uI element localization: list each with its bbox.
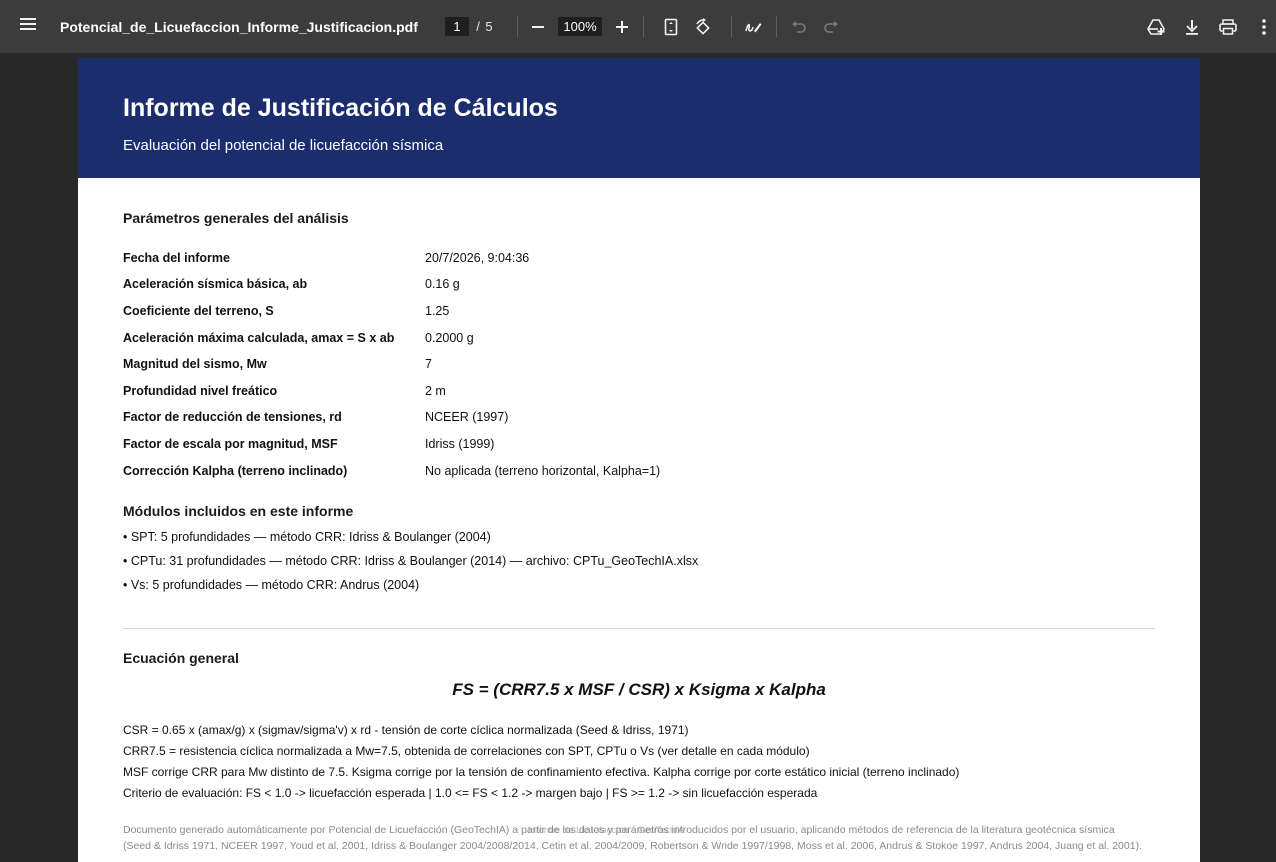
rotate-icon	[694, 17, 712, 36]
param-row: Aceleración sísmica básica, ab 0.16 g	[123, 277, 1123, 295]
evaluation-criteria: Criterio de evaluación: FS < 1.0 -> licu…	[123, 786, 818, 800]
param-label: Coeficiente del terreno, S	[123, 304, 274, 318]
param-label: Factor de escala por magnitud, MSF	[123, 437, 338, 451]
param-row: Factor de escala por magnitud, MSF Idris…	[123, 437, 1123, 455]
footer-references: (Seed & Idriss 1971, NCEER 1997, Youd et…	[123, 840, 1142, 852]
param-row: Corrección Kalpha (terreno inclinado) No…	[123, 464, 1123, 482]
param-value: 1.25	[425, 304, 450, 318]
param-value: No aplicada (terreno horizontal, Kalpha=…	[425, 464, 661, 478]
param-label: Magnitud del sismo, Mw	[123, 357, 267, 371]
total-pages: 5	[485, 19, 493, 34]
report-subtitle: Evaluación del potencial de licuefacción…	[123, 137, 444, 154]
param-label: Profundidad nivel freático	[123, 384, 278, 398]
download-button[interactable]	[1178, 0, 1206, 53]
param-value: 7	[425, 357, 432, 371]
more-options-button[interactable]	[1250, 0, 1276, 53]
menu-button[interactable]	[10, 0, 46, 53]
draw-pen-icon	[744, 19, 762, 35]
equation-note: CSR = 0.65 x (amax/g) x (sigmav/sigma'v)…	[123, 723, 689, 737]
param-row: Fecha del informe 20/7/2026, 9:04:36	[123, 251, 1123, 269]
report-banner: Informe de Justificación de Cálculos Eva…	[78, 58, 1200, 178]
pdf-page: Informe de Justificación de Cálculos Eva…	[78, 58, 1200, 862]
toolbar-divider	[517, 16, 518, 37]
param-label: Factor de reducción de tensiones, rd	[123, 410, 342, 424]
redo-icon	[823, 20, 839, 34]
report-title: Informe de Justificación de Cálculos	[123, 94, 558, 122]
param-row: Coeficiente del terreno, S 1.25	[123, 304, 1123, 322]
param-label: Aceleración sísmica básica, ab	[123, 277, 308, 291]
more-vertical-icon	[1262, 18, 1266, 35]
zoom-input[interactable]	[558, 17, 602, 36]
zoom-out-button[interactable]	[524, 0, 552, 53]
fit-to-page-icon	[664, 18, 678, 36]
rotate-button[interactable]	[689, 0, 717, 53]
general-equation: FS = (CRR7.5 x MSF / CSR) x Ksigma x Kal…	[452, 680, 826, 699]
param-value: 20/7/2026, 9:04:36	[425, 251, 530, 265]
drive-icon	[1146, 18, 1166, 36]
param-value: 0.16 g	[425, 277, 460, 291]
module-item: • SPT: 5 profundidades — método CRR: Idr…	[123, 530, 491, 544]
plus-icon	[615, 20, 629, 34]
params-heading: Parámetros generales del análisis	[123, 210, 349, 226]
toolbar-divider	[731, 16, 732, 37]
equation-note: MSF corrige CRR para Mw distinto de 7.5.…	[123, 765, 960, 779]
param-label: Fecha del informe	[123, 251, 230, 265]
draw-button[interactable]	[739, 0, 767, 53]
save-to-drive-button[interactable]	[1142, 0, 1170, 53]
param-value: 0.2000 g	[425, 331, 474, 345]
param-row: Factor de reducción de tensiones, rd NCE…	[123, 410, 1123, 428]
toolbar-divider	[643, 16, 644, 37]
footer-note: Documento generado automáticamente por P…	[123, 824, 1115, 836]
minus-icon	[531, 20, 545, 34]
fit-page-button[interactable]	[657, 0, 685, 53]
param-value: Idriss (1999)	[425, 437, 495, 451]
printer-icon	[1219, 18, 1237, 35]
param-label: Corrección Kalpha (terreno inclinado)	[123, 464, 348, 478]
undo-icon	[791, 20, 807, 34]
param-value: 2 m	[425, 384, 446, 398]
file-name: Potencial_de_Licuefaccion_Informe_Justif…	[60, 18, 418, 35]
param-row: Profundidad nivel freático 2 m	[123, 384, 1123, 402]
param-row: Magnitud del sismo, Mw 7	[123, 357, 1123, 375]
section-divider	[123, 628, 1155, 629]
modules-heading: Módulos incluidos en este informe	[123, 503, 354, 519]
hamburger-menu-icon	[19, 17, 37, 36]
page-separator: /	[476, 19, 480, 34]
param-label: Aceleración máxima calculada, amax = S x…	[123, 331, 395, 345]
toolbar-divider	[776, 16, 777, 37]
param-row: Aceleración máxima calculada, amax = S x…	[123, 331, 1123, 349]
page-number-input[interactable]	[445, 17, 469, 36]
pdf-toolbar: Potencial_de_Licuefaccion_Informe_Justif…	[0, 0, 1276, 53]
undo-button[interactable]	[785, 0, 813, 53]
zoom-in-button[interactable]	[608, 0, 636, 53]
download-icon	[1184, 19, 1200, 35]
redo-button[interactable]	[817, 0, 845, 53]
module-item: • CPTu: 31 profundidades — método CRR: I…	[123, 554, 699, 568]
param-value: NCEER (1997)	[425, 410, 509, 424]
equation-heading: Ecuación general	[123, 650, 239, 666]
equation-note: CRR7.5 = resistencia cíclica normalizada…	[123, 744, 810, 758]
module-item: • Vs: 5 profundidades — método CRR: Andr…	[123, 578, 420, 592]
print-button[interactable]	[1214, 0, 1242, 53]
